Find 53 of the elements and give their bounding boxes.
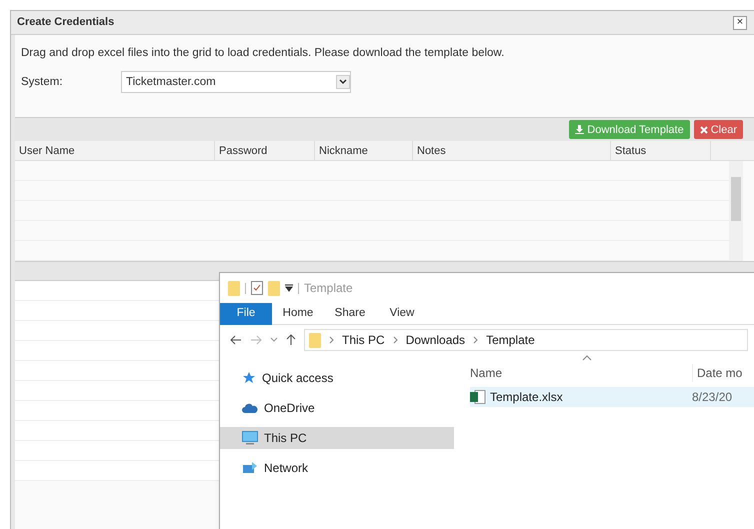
column-header[interactable]: User Name — [15, 141, 215, 160]
caret-icon — [285, 284, 293, 292]
nav-item[interactable]: Network — [220, 457, 454, 479]
system-dropdown[interactable]: Ticketmaster.com — [121, 71, 351, 94]
column-header[interactable]: Status — [611, 141, 711, 160]
toolbar-divider-icon — [245, 282, 246, 294]
file-row[interactable]: Template.xlsx 8/23/20 — [470, 387, 754, 407]
scrollbar[interactable] — [729, 161, 743, 262]
spreadsheet-file-icon — [470, 390, 486, 404]
nav-item[interactable]: OneDrive — [220, 397, 454, 419]
ribbon-tab[interactable]: Share — [324, 303, 376, 325]
chevron-right-icon — [392, 336, 398, 344]
breadcrumb-item[interactable]: Downloads — [406, 331, 466, 349]
folder-icon — [309, 332, 321, 348]
chevron-down-icon[interactable] — [270, 337, 278, 343]
column-header[interactable]: Notes — [413, 141, 611, 160]
system-label: System: — [21, 74, 64, 90]
breadcrumb-item[interactable]: This PC — [342, 331, 385, 349]
up-arrow-icon[interactable] — [286, 334, 296, 346]
nav-item[interactable]: Quick access — [220, 367, 454, 389]
cloud-icon — [242, 402, 258, 414]
close-button[interactable]: × — [733, 16, 747, 30]
dialog-title: Create Credentials — [17, 15, 114, 30]
column-header[interactable]: Nickname — [315, 141, 413, 160]
window-title: Template — [304, 280, 353, 297]
sort-caret-icon — [582, 355, 592, 361]
file-date: 8/23/20 — [692, 389, 732, 406]
chevron-right-icon — [329, 336, 334, 344]
close-icon — [700, 126, 708, 134]
nav-item[interactable]: This PC — [220, 427, 454, 449]
column-header[interactable]: Password — [215, 141, 315, 160]
column-header[interactable]: Date mo — [692, 364, 742, 382]
toolbar-divider-icon — [298, 282, 299, 294]
folder-icon — [228, 280, 240, 296]
properties-icon — [251, 281, 263, 295]
forward-arrow-icon[interactable] — [250, 335, 262, 345]
ribbon-tab[interactable]: Home — [272, 303, 324, 325]
instruction-text: Drag and drop excel files into the grid to load credentials. Please download the template below. — [21, 46, 506, 61]
star-icon — [242, 371, 256, 385]
column-header[interactable]: Name — [470, 364, 692, 382]
computer-icon — [242, 431, 258, 445]
chevron-right-icon — [473, 336, 478, 344]
chevron-down-icon — [336, 75, 350, 90]
breadcrumb-item[interactable]: Template — [486, 331, 535, 349]
clear-button[interactable]: Clear — [694, 120, 743, 140]
new-folder-icon — [268, 280, 280, 296]
network-icon — [242, 461, 258, 475]
download-icon — [575, 125, 584, 134]
address-bar[interactable]: This PC Downloads Template — [304, 329, 748, 351]
ribbon-tab[interactable]: File — [220, 303, 272, 325]
ribbon-tab[interactable]: View — [376, 303, 428, 325]
back-arrow-icon[interactable] — [230, 335, 242, 345]
file-name: Template.xlsx — [490, 389, 563, 406]
